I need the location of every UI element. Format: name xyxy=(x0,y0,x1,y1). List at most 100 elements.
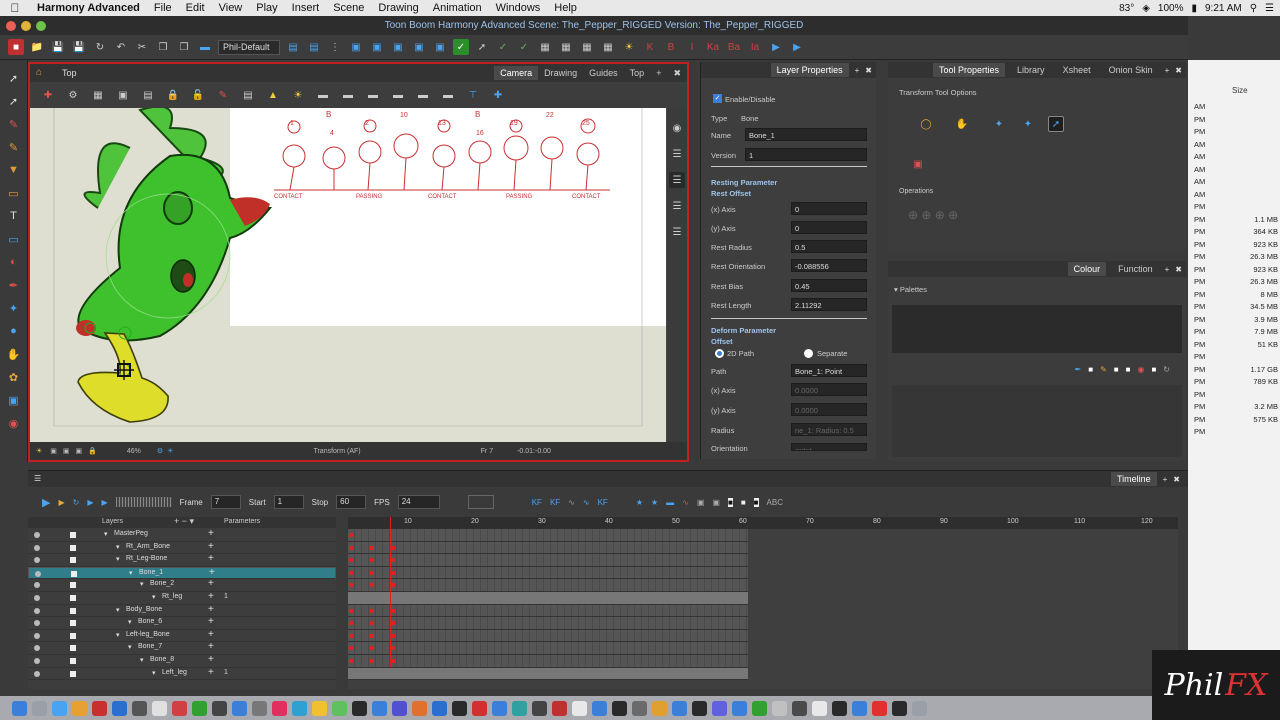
layer-add-param-icon[interactable]: + xyxy=(208,616,214,627)
brush-tool-icon[interactable]: ✎ xyxy=(6,116,22,132)
kf-remove-icon[interactable]: KF xyxy=(550,498,560,507)
check-icon-1[interactable]: ✓ xyxy=(495,39,511,55)
playhead[interactable] xyxy=(390,517,391,667)
rest-length-field[interactable]: 2.11292 xyxy=(791,298,867,311)
layer-row[interactable]: ▾ Rt_Arm_Bone + xyxy=(28,541,336,555)
frame-row[interactable] xyxy=(348,592,748,605)
dock-launchpad-icon[interactable] xyxy=(32,700,47,716)
dock-excel-icon[interactable] xyxy=(332,700,347,716)
pencil-view-icon[interactable]: ✎ xyxy=(215,87,231,103)
wifi-icon[interactable]: ◈ xyxy=(1142,3,1150,14)
speed-slider[interactable] xyxy=(115,497,172,507)
lightbulb-icon[interactable]: ☀ xyxy=(621,39,637,55)
rest-y-axis-field[interactable]: 0 xyxy=(791,221,867,234)
play-icon[interactable]: ▶ xyxy=(42,496,50,509)
status-bulb-icon[interactable]: ☀ xyxy=(36,447,42,455)
stop-field[interactable]: 60 xyxy=(336,495,367,509)
layers-icon-2[interactable]: ☰ xyxy=(669,172,685,188)
dock-terminal-icon[interactable] xyxy=(212,700,227,716)
rigging-tool-left-icon[interactable]: ✿ xyxy=(6,369,22,385)
keyframe-marker[interactable] xyxy=(349,533,353,537)
dock-preview-icon[interactable] xyxy=(512,700,527,716)
grid-icon[interactable]: ▦ xyxy=(90,87,106,103)
layer-enable-toggle[interactable] xyxy=(70,670,76,677)
path-field[interactable]: Bone_1: Point xyxy=(791,364,867,377)
finder-row[interactable]: PM 923 KB xyxy=(1194,265,1280,274)
swatch-red[interactable]: ◉ xyxy=(1137,365,1144,379)
layer-enable-toggle[interactable] xyxy=(70,658,76,664)
deform-y-axis-field[interactable]: 0.0000 xyxy=(791,403,867,416)
close-window-icon[interactable] xyxy=(6,21,16,31)
layer-visibility-icon[interactable] xyxy=(34,632,40,639)
frame-row[interactable] xyxy=(348,617,748,630)
finder-row[interactable]: PM xyxy=(1194,390,1280,399)
notification-icon[interactable]: ☰ xyxy=(1265,3,1274,14)
dock-facebook-icon[interactable] xyxy=(852,700,867,716)
keyframe-marker[interactable] xyxy=(370,633,374,638)
save-as-icon[interactable]: 💾 xyxy=(71,39,87,55)
add-colour-panel-icon[interactable]: + xyxy=(1165,265,1170,274)
dock-itunes-icon[interactable] xyxy=(272,700,287,716)
spotlight-icon[interactable]: ⚲ xyxy=(1250,3,1257,14)
rest-x-axis-field[interactable]: 0 xyxy=(791,202,867,215)
dock-appstore-icon[interactable] xyxy=(232,700,247,716)
finder-row[interactable]: PM 8 MB xyxy=(1194,290,1280,299)
dock-xcode-icon[interactable] xyxy=(492,700,507,716)
version-field[interactable]: 1 xyxy=(745,148,867,161)
enable-checkbox[interactable]: ✓ xyxy=(713,94,722,103)
swatch-link-icon[interactable]: ↻ xyxy=(1163,365,1170,379)
lasso-select-icon[interactable]: ◯ xyxy=(918,116,934,132)
tab-layer-properties[interactable]: Layer Properties xyxy=(770,63,849,77)
ease-icon-2[interactable]: ∿ xyxy=(583,498,590,507)
layer-add-param-icon[interactable]: + xyxy=(208,641,214,652)
key-out-icon[interactable]: ★ xyxy=(651,498,658,507)
menu-drawing[interactable]: Drawing xyxy=(371,2,425,14)
frame-row[interactable] xyxy=(348,642,748,655)
layer-visibility-icon[interactable] xyxy=(34,658,40,664)
layer-enable-toggle[interactable] xyxy=(70,607,76,614)
frame-row[interactable] xyxy=(348,566,748,580)
finder-row[interactable]: PM 26.3 MB xyxy=(1194,277,1280,286)
dock-chrome-icon[interactable] xyxy=(72,700,87,716)
layer-expand-icon[interactable]: ▾ xyxy=(129,569,133,577)
dock-photos-icon[interactable] xyxy=(812,700,827,716)
keyframe-marker[interactable] xyxy=(349,545,353,550)
view-icon-1[interactable]: ▣ xyxy=(697,498,705,507)
dock-downloads-icon[interactable] xyxy=(912,700,927,716)
dock-contacts-icon[interactable] xyxy=(132,700,147,716)
settings-gear-icon[interactable]: ⚙ xyxy=(65,87,81,103)
layers-icon-3[interactable]: ☰ xyxy=(669,198,685,214)
cutter-tool-icon[interactable]: ✦ xyxy=(6,300,22,316)
frame-row[interactable] xyxy=(348,655,748,668)
finder-row[interactable]: AM xyxy=(1194,177,1280,186)
rest-radius-field[interactable]: 0.5 xyxy=(791,240,867,253)
workspace-manager-icon[interactable]: ▤ xyxy=(285,39,301,55)
text-tool-icon[interactable]: T xyxy=(6,208,22,224)
play-forward-icon[interactable]: ▶ xyxy=(768,39,784,55)
abc-icon[interactable]: ABC xyxy=(767,498,783,507)
frame-grid[interactable]: 10 20 30 40 50 60 70 80 90 100 110 120 xyxy=(348,517,1178,689)
layer-icon-5[interactable]: ▣ xyxy=(432,39,448,55)
dock-opera-icon[interactable] xyxy=(92,700,107,716)
layer-expand-icon[interactable]: ▾ xyxy=(140,656,144,664)
dock-vectornator-icon[interactable] xyxy=(652,700,667,716)
layer-row[interactable]: ▾ Bone_7 + xyxy=(28,641,336,655)
dock-acrobat-icon[interactable] xyxy=(712,700,727,716)
layer-visibility-icon[interactable] xyxy=(34,670,40,677)
swatch-white-2[interactable]: ■ xyxy=(1114,365,1119,379)
pencil-tool-icon[interactable]: ✎ xyxy=(6,139,22,155)
layer-row[interactable]: ▾ Left_leg +1 xyxy=(28,667,336,681)
fit-view-icon[interactable]: ⊤ xyxy=(465,87,481,103)
finder-row[interactable]: PM 1.1 MB xyxy=(1194,215,1280,224)
layer-enable-toggle[interactable] xyxy=(70,544,76,551)
add-timeline-tab-icon[interactable]: + xyxy=(1163,475,1168,484)
swatch-white-1[interactable]: ■ xyxy=(1088,365,1093,379)
lock-icon[interactable]: 🔒 xyxy=(165,87,181,103)
sound-icon[interactable]: ▶ xyxy=(87,498,93,507)
zoom-window-icon[interactable] xyxy=(36,21,46,31)
paste-icon[interactable]: ❐ xyxy=(176,39,192,55)
add-tab-icon[interactable]: + xyxy=(650,66,667,80)
keyframe-marker[interactable] xyxy=(349,646,353,651)
layers-icon-1[interactable]: ☰ xyxy=(669,146,685,162)
keyframe-icon-1[interactable]: K xyxy=(642,39,658,55)
